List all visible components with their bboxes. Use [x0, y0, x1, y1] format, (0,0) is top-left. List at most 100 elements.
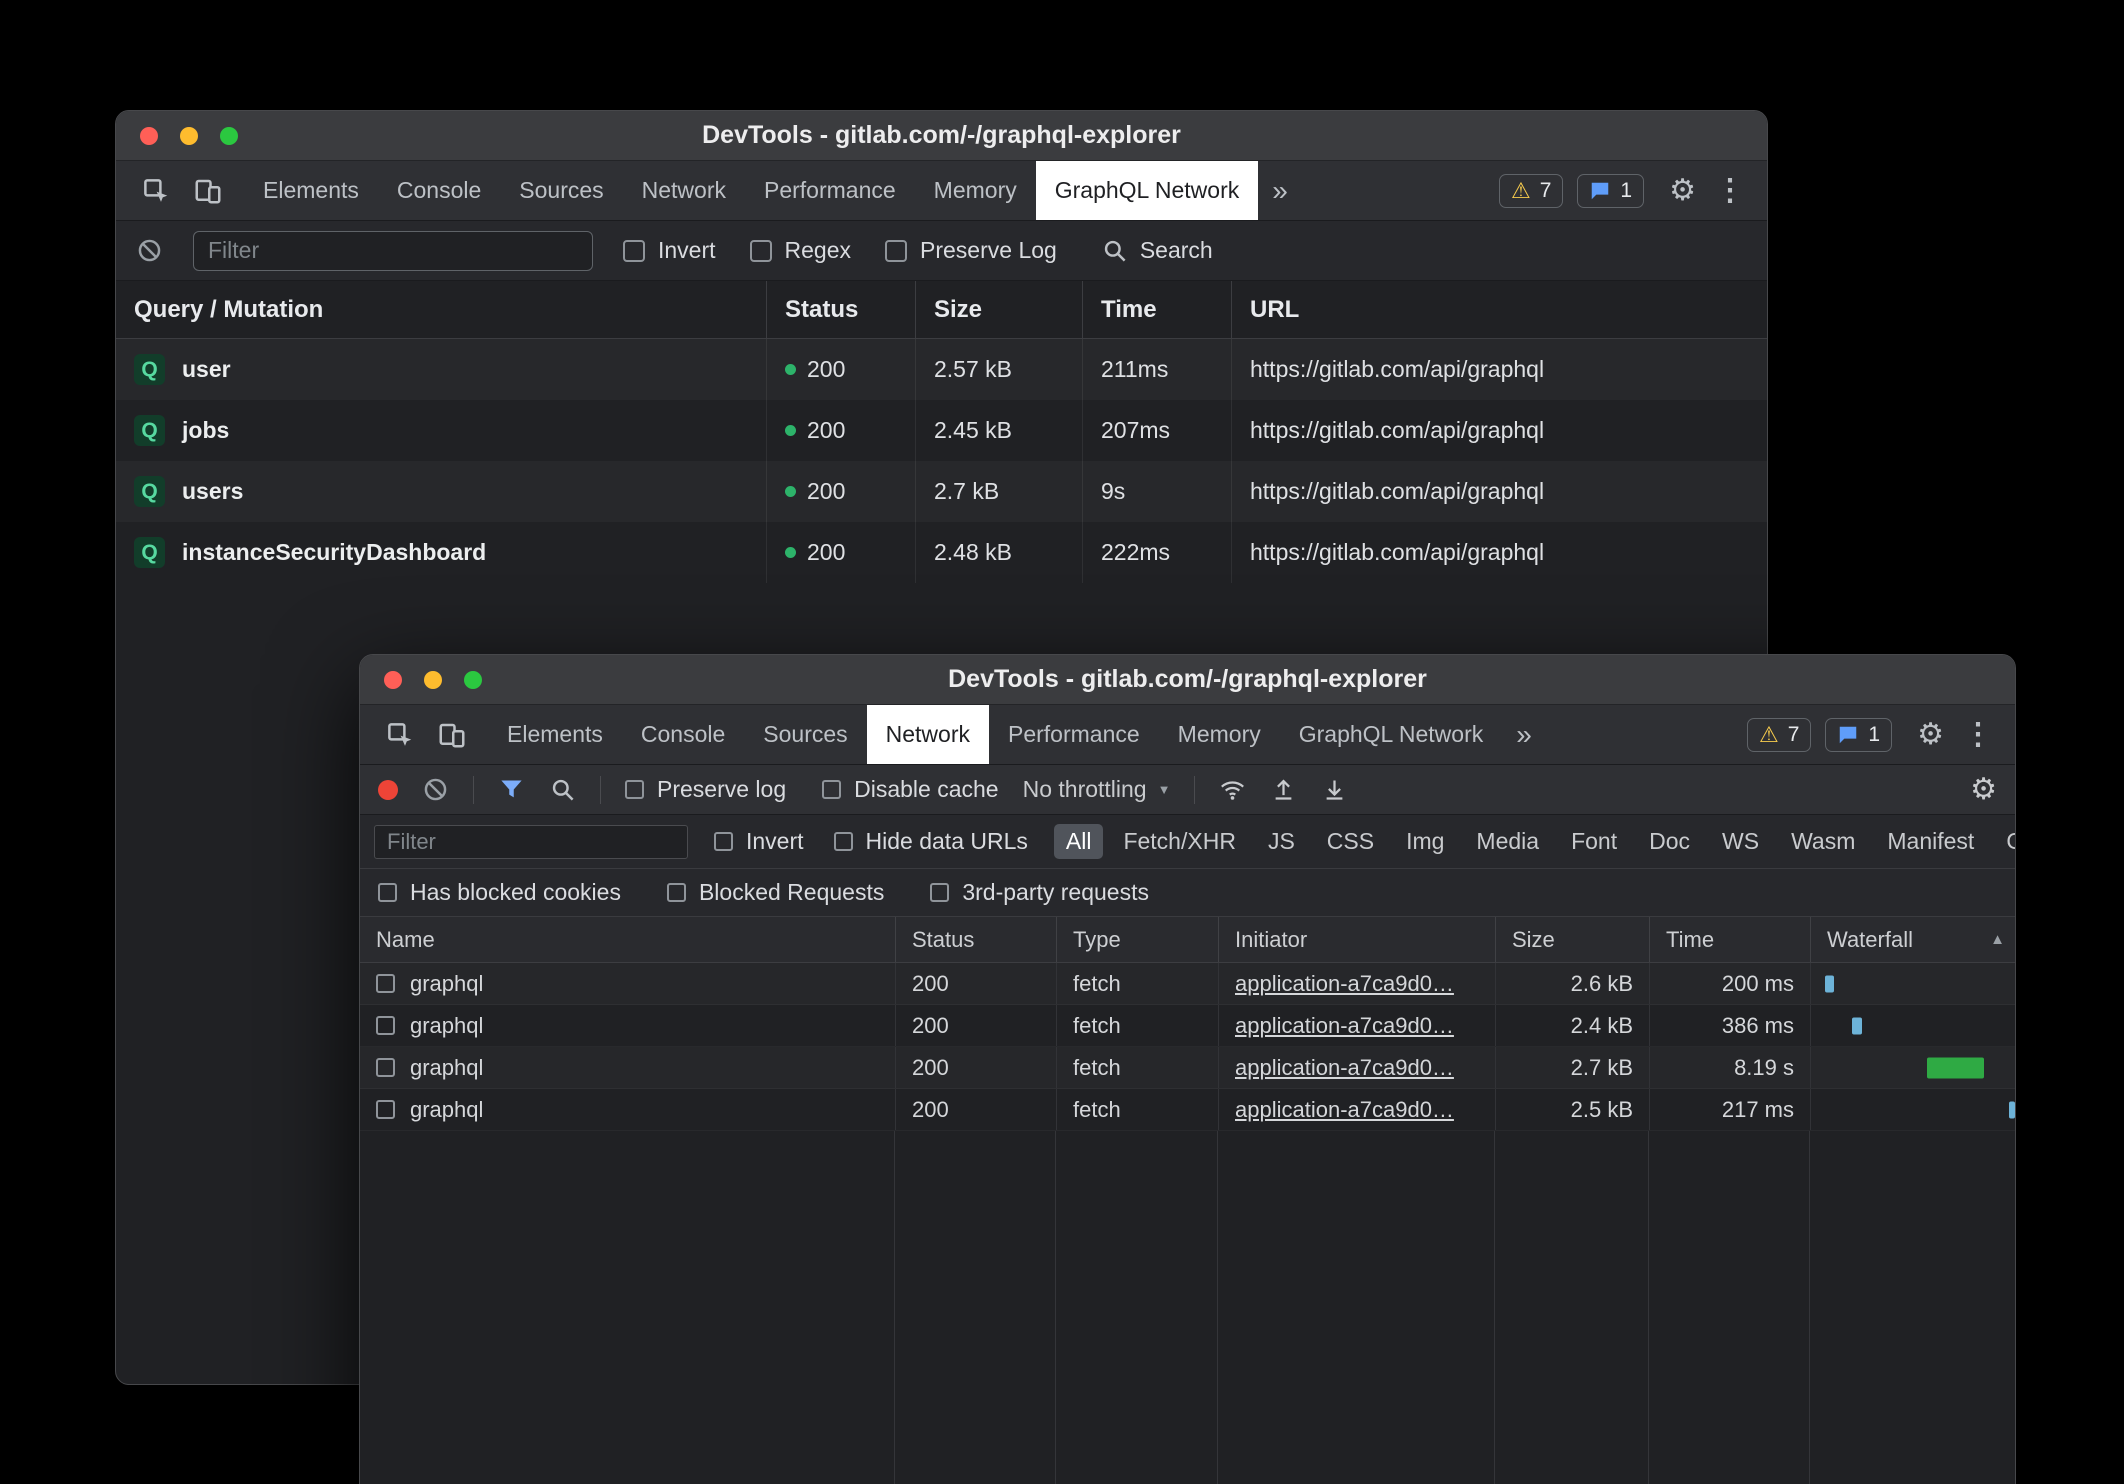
- regex-checkbox[interactable]: Regex: [750, 237, 851, 264]
- menu-dots-icon[interactable]: ⋮: [1707, 161, 1753, 220]
- titlebar[interactable]: DevTools - gitlab.com/-/graphql-explorer: [116, 111, 1767, 161]
- throttling-select[interactable]: No throttling ▼: [1023, 776, 1171, 803]
- filter-type-wasm[interactable]: Wasm: [1779, 824, 1867, 859]
- warnings-badge[interactable]: ⚠ 7: [1499, 174, 1563, 208]
- record-button[interactable]: [378, 780, 398, 800]
- tab-elements[interactable]: Elements: [488, 705, 622, 764]
- search-icon[interactable]: [549, 776, 576, 803]
- tab-memory[interactable]: Memory: [915, 161, 1036, 220]
- invert-checkbox[interactable]: Invert: [714, 828, 804, 855]
- row-checkbox[interactable]: [376, 974, 395, 993]
- tab-console[interactable]: Console: [622, 705, 744, 764]
- more-tabs-icon[interactable]: »: [1502, 719, 1546, 751]
- column-header-status[interactable]: Status: [895, 917, 1056, 962]
- close-button[interactable]: [384, 671, 402, 689]
- network-request-row[interactable]: graphql200fetchapplication-a7ca9d0…2.7 k…: [360, 1047, 2015, 1089]
- tab-network[interactable]: Network: [867, 705, 989, 764]
- column-header-type[interactable]: Type: [1056, 917, 1218, 962]
- hide-data-urls-checkbox[interactable]: Hide data URLs: [834, 828, 1028, 855]
- filter-type-css[interactable]: CSS: [1315, 824, 1386, 859]
- filter-type-doc[interactable]: Doc: [1637, 824, 1702, 859]
- column-header-time[interactable]: Time: [1082, 281, 1231, 338]
- row-checkbox[interactable]: [376, 1100, 395, 1119]
- network-filter-input[interactable]: [374, 825, 688, 859]
- filter-type-img[interactable]: Img: [1394, 824, 1456, 859]
- tab-sources[interactable]: Sources: [744, 705, 866, 764]
- settings-gear-icon[interactable]: ⚙: [1658, 161, 1707, 220]
- clear-icon[interactable]: [136, 237, 163, 264]
- column-header-url[interactable]: URL: [1231, 281, 1767, 338]
- import-har-icon[interactable]: [1270, 776, 1297, 803]
- graphql-request-row[interactable]: Qjobs2002.45 kB207mshttps://gitlab.com/a…: [116, 400, 1767, 461]
- filter-type-other[interactable]: Other: [1994, 824, 2016, 859]
- initiator-link[interactable]: application-a7ca9d0…: [1235, 1055, 1454, 1081]
- tab-performance[interactable]: Performance: [989, 705, 1159, 764]
- 3rd-party-requests-checkbox[interactable]: 3rd-party requests: [930, 879, 1149, 906]
- network-conditions-icon[interactable]: [1219, 776, 1246, 803]
- network-request-row[interactable]: graphql200fetchapplication-a7ca9d0…2.5 k…: [360, 1089, 2015, 1131]
- more-tabs-icon[interactable]: »: [1258, 175, 1302, 207]
- inspect-icon[interactable]: [374, 705, 426, 764]
- column-header-name[interactable]: Name: [360, 917, 895, 962]
- filter-input[interactable]: [193, 231, 593, 271]
- filter-funnel-icon[interactable]: [498, 776, 525, 803]
- tab-memory[interactable]: Memory: [1159, 705, 1280, 764]
- filter-type-font[interactable]: Font: [1559, 824, 1629, 859]
- network-request-row[interactable]: graphql200fetchapplication-a7ca9d0…2.4 k…: [360, 1005, 2015, 1047]
- tab-network[interactable]: Network: [623, 161, 745, 220]
- column-header-query-mutation[interactable]: Query / Mutation: [116, 281, 766, 338]
- checkbox-label: Disable cache: [854, 776, 998, 803]
- issues-badge[interactable]: 1: [1825, 718, 1892, 752]
- filter-type-all[interactable]: All: [1054, 824, 1104, 859]
- invert-checkbox[interactable]: Invert: [623, 237, 716, 264]
- blocked-requests-checkbox[interactable]: Blocked Requests: [667, 879, 884, 906]
- tab-performance[interactable]: Performance: [745, 161, 915, 220]
- column-header-status[interactable]: Status: [766, 281, 915, 338]
- graphql-request-row[interactable]: Quser2002.57 kB211mshttps://gitlab.com/a…: [116, 339, 1767, 400]
- preserve-log-checkbox[interactable]: Preserve Log: [885, 237, 1057, 264]
- inspect-icon[interactable]: [130, 161, 182, 220]
- filter-type-manifest[interactable]: Manifest: [1875, 824, 1986, 859]
- tab-graphql-network[interactable]: GraphQL Network: [1280, 705, 1503, 764]
- clear-icon[interactable]: [422, 776, 449, 803]
- issues-badge[interactable]: 1: [1577, 174, 1644, 208]
- initiator-link[interactable]: application-a7ca9d0…: [1235, 1013, 1454, 1039]
- initiator-link[interactable]: application-a7ca9d0…: [1235, 1097, 1454, 1123]
- column-header-initiator[interactable]: Initiator: [1218, 917, 1495, 962]
- filter-type-fetch-xhr[interactable]: Fetch/XHR: [1111, 824, 1247, 859]
- filter-type-ws[interactable]: WS: [1710, 824, 1771, 859]
- column-header-time[interactable]: Time: [1649, 917, 1810, 962]
- network-settings-gear-icon[interactable]: ⚙: [1970, 772, 1997, 807]
- settings-gear-icon[interactable]: ⚙: [1906, 705, 1955, 764]
- filter-type-js[interactable]: JS: [1256, 824, 1307, 859]
- export-har-icon[interactable]: [1321, 776, 1348, 803]
- initiator-link[interactable]: application-a7ca9d0…: [1235, 971, 1454, 997]
- zoom-button[interactable]: [464, 671, 482, 689]
- device-toolbar-icon[interactable]: [426, 705, 478, 764]
- disable-cache-checkbox[interactable]: Disable cache: [822, 776, 998, 803]
- minimize-button[interactable]: [180, 127, 198, 145]
- network-request-row[interactable]: graphql200fetchapplication-a7ca9d0…2.6 k…: [360, 963, 2015, 1005]
- search-control[interactable]: Search: [1101, 237, 1213, 264]
- titlebar[interactable]: DevTools - gitlab.com/-/graphql-explorer: [360, 655, 2015, 705]
- menu-dots-icon[interactable]: ⋮: [1955, 705, 2001, 764]
- warnings-badge[interactable]: ⚠ 7: [1747, 718, 1811, 752]
- zoom-button[interactable]: [220, 127, 238, 145]
- tab-console[interactable]: Console: [378, 161, 500, 220]
- device-toolbar-icon[interactable]: [182, 161, 234, 220]
- graphql-request-row[interactable]: Qusers2002.7 kB9shttps://gitlab.com/api/…: [116, 461, 1767, 522]
- tab-elements[interactable]: Elements: [244, 161, 378, 220]
- has-blocked-cookies-checkbox[interactable]: Has blocked cookies: [378, 879, 621, 906]
- row-checkbox[interactable]: [376, 1016, 395, 1035]
- column-header-size[interactable]: Size: [915, 281, 1082, 338]
- filter-type-media[interactable]: Media: [1464, 824, 1551, 859]
- minimize-button[interactable]: [424, 671, 442, 689]
- preserve-log-checkbox[interactable]: Preserve log: [625, 776, 786, 803]
- tab-sources[interactable]: Sources: [500, 161, 622, 220]
- column-header-waterfall[interactable]: Waterfall▲: [1810, 917, 2015, 962]
- row-checkbox[interactable]: [376, 1058, 395, 1077]
- graphql-request-row[interactable]: QinstanceSecurityDashboard2002.48 kB222m…: [116, 522, 1767, 583]
- close-button[interactable]: [140, 127, 158, 145]
- column-header-size[interactable]: Size: [1495, 917, 1649, 962]
- tab-graphql-network[interactable]: GraphQL Network: [1036, 161, 1259, 220]
